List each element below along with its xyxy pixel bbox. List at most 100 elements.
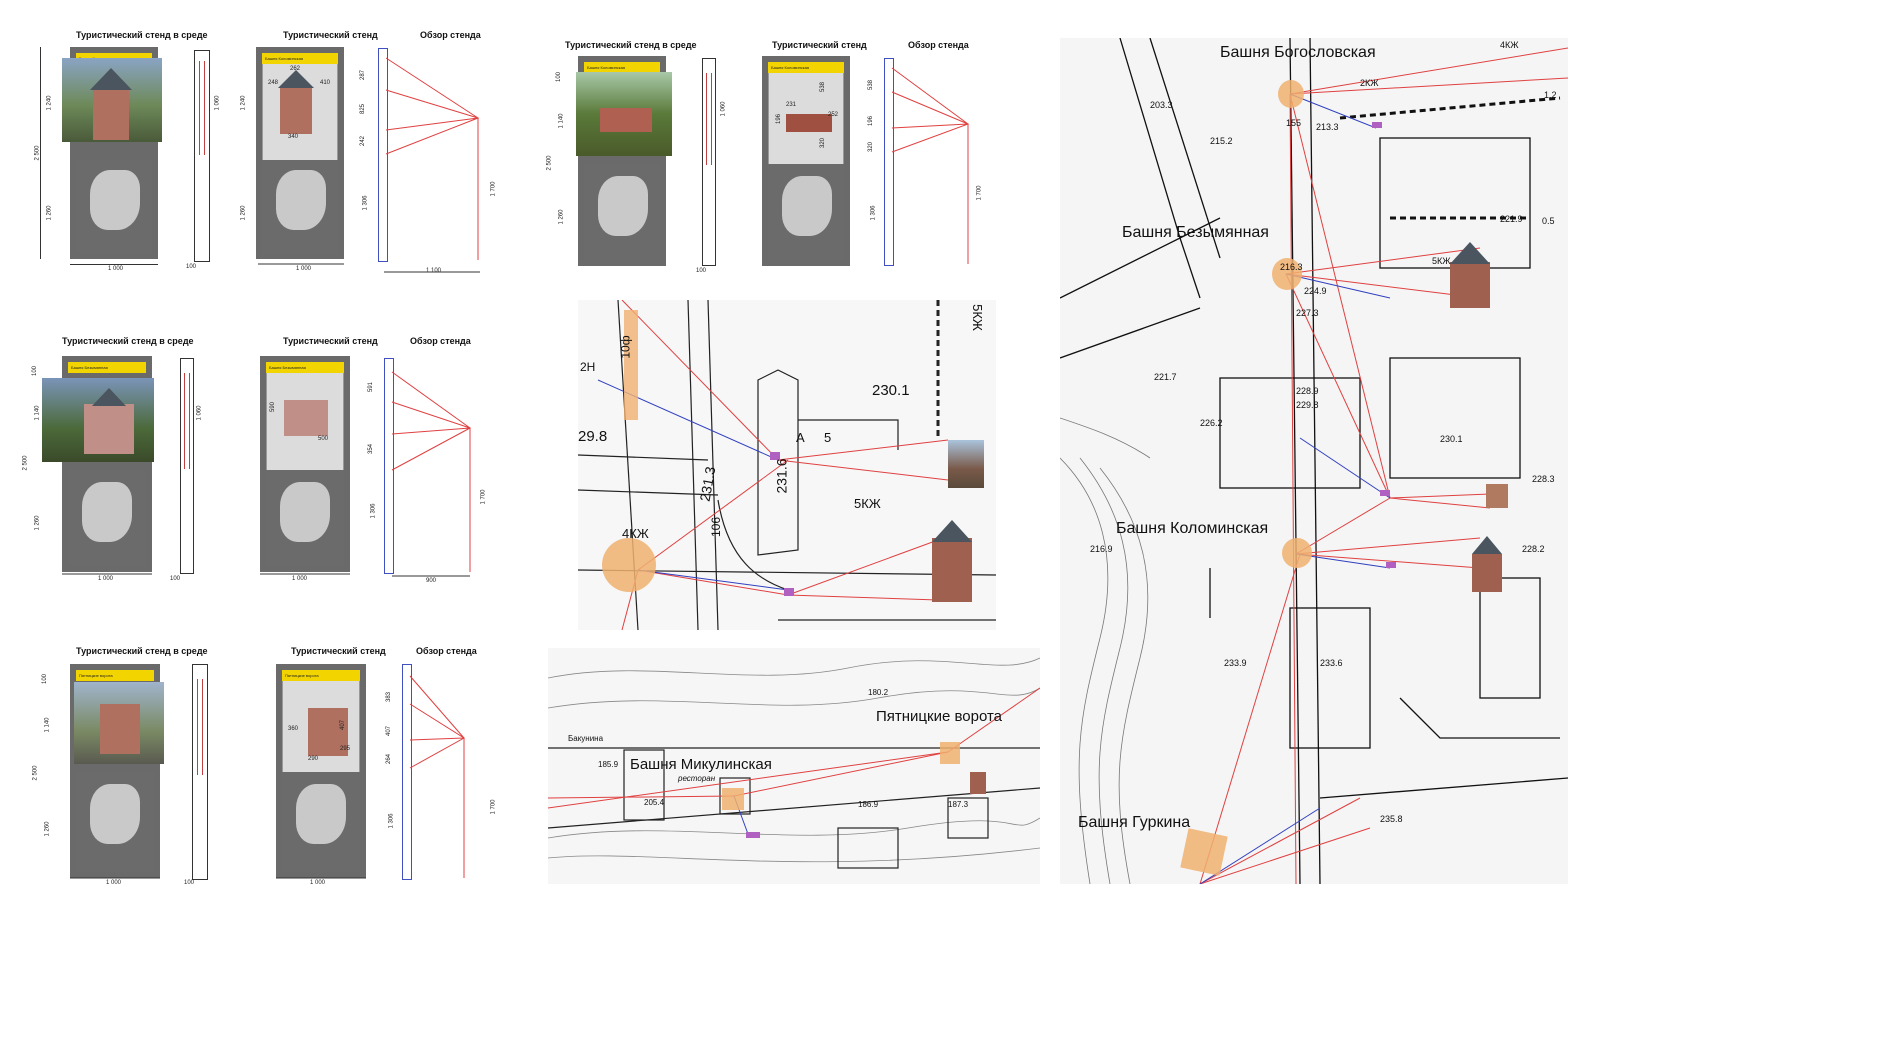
elevation-label: 216.3: [1280, 262, 1303, 272]
viewpoint-kolominskaya: [1282, 538, 1312, 568]
elevation-label: 230.1: [872, 382, 910, 399]
review-post: [402, 664, 412, 880]
heading-review: Обзор стенда: [410, 336, 471, 346]
stand-side-view: [192, 664, 208, 880]
dim-label: 1 260: [46, 205, 53, 221]
dim-label: 1 700: [480, 489, 487, 505]
heading-stand: Туристический стенд: [283, 30, 378, 40]
heading-review: Обзор стенда: [416, 646, 477, 656]
tower-image: [93, 90, 129, 140]
tower-roof: [932, 520, 972, 542]
sightline: [385, 57, 480, 155]
dim-label: 1 306: [870, 205, 877, 221]
dim-label: 1 060: [720, 101, 727, 117]
elevation-label: 227.3: [1296, 308, 1319, 318]
dim-label: 590: [270, 401, 277, 413]
stand-side-view: [702, 58, 716, 266]
viewpoint-marker: [722, 788, 744, 810]
map-label-bezymyannaya: Башня Безымянная: [1122, 224, 1269, 241]
map-label-gurkina: Башня Гуркина: [1078, 814, 1191, 831]
elevation-label: 203.3: [1150, 100, 1173, 110]
heading-stand: Туристический стенд: [291, 646, 386, 656]
dim-label: 1 260: [240, 205, 247, 221]
heading-env: Туристический стенд в среде: [62, 336, 194, 346]
kremlin-outline: [90, 170, 140, 230]
heading-env: Туристический стенд в среде: [565, 40, 697, 50]
stand-side-view: [180, 358, 194, 574]
building-label: 5КЖ: [1432, 256, 1451, 266]
dim-label: 1 260: [34, 515, 41, 531]
elevation-label: 224.9: [1304, 286, 1327, 296]
dim-label: 196: [776, 113, 783, 125]
dim-label: 100: [32, 365, 39, 377]
dim-label: 196: [868, 115, 875, 127]
elevation-label: 215.2: [1210, 136, 1233, 146]
kremlin-map-panel: [266, 470, 344, 566]
dim-label: 538: [868, 79, 875, 91]
elevation-label: 235.8: [1380, 814, 1403, 824]
heading-stand: Туристический стенд: [283, 336, 378, 346]
heading-stand: Туристический стенд: [772, 40, 867, 50]
tower-image: [84, 404, 134, 454]
building-label: 2КЖ: [1360, 78, 1379, 88]
dim-label: 1 000: [108, 266, 124, 272]
elevation-label: 231.6: [773, 458, 790, 494]
heading-review: Обзор стенда: [908, 40, 969, 50]
dim-label: 290: [308, 756, 319, 762]
heading-env: Туристический стенд в среде: [76, 30, 208, 40]
kremlin-map-panel: [76, 160, 152, 254]
tower-thumbnail: [932, 538, 972, 602]
dim-label: 1 000: [98, 576, 114, 582]
dim-label: 2 500: [34, 145, 41, 161]
dim-label: 354: [368, 443, 375, 455]
kremlin-map-panel: [76, 772, 154, 872]
kremlin-map-panel: [68, 470, 146, 566]
dim-label: 410: [320, 80, 331, 86]
place-label: ресторан: [678, 774, 716, 783]
tower-thumbnail: [1486, 484, 1508, 508]
dim-label: 383: [386, 691, 393, 703]
elevation-label: 233.6: [1320, 658, 1343, 668]
dim-label: 287: [360, 69, 367, 81]
building-label: 5КЖ: [969, 304, 985, 331]
elevation-label: 228.9: [1296, 386, 1319, 396]
dim-label: 1 306: [388, 813, 395, 829]
dim-label: 407: [386, 725, 393, 737]
tower-roof: [278, 70, 314, 88]
dim-label: 360: [288, 726, 299, 732]
elevation-label: 233.9: [1224, 658, 1247, 668]
dim-label: 2 500: [546, 155, 553, 171]
kremlin-map-panel: [262, 160, 338, 254]
kremlin-map-panel: [768, 164, 844, 260]
dim-label: 1 140: [44, 717, 51, 733]
dim-label: 264: [386, 753, 393, 765]
elevation-label: 185.9: [598, 760, 619, 769]
dim-label: 500: [318, 436, 329, 442]
dim-label: 100: [696, 268, 707, 274]
dim-label: 825: [360, 103, 367, 115]
elevation-label: 1.2: [1544, 90, 1557, 100]
review-post: [378, 48, 388, 262]
dim-label: 1 700: [490, 181, 497, 197]
dim-label: 1 140: [34, 405, 41, 421]
sightline: [409, 675, 465, 769]
dim-label: 100: [170, 576, 181, 582]
elevation-label: 226.2: [1200, 418, 1223, 428]
stand-marker: [1386, 562, 1396, 568]
dim-label: 2 500: [22, 455, 29, 471]
review-post: [384, 358, 394, 574]
dim-label: 1 100: [426, 268, 442, 274]
bottom-map: Пятницкие ворота Башня Микулинская 185.9…: [548, 648, 1040, 884]
elevation-label: 155: [1286, 118, 1302, 128]
elevation-label: 0.5: [1542, 216, 1555, 226]
dim-label: 231: [786, 102, 797, 108]
tower-roof: [90, 68, 132, 90]
elevation-label: 29.8: [578, 428, 608, 445]
dim-label: 1 000: [296, 266, 312, 272]
dim-label: 320: [868, 141, 875, 153]
street-label: Бакунина: [568, 734, 604, 743]
viewpoint-gurkina: [1180, 828, 1228, 876]
wall-image: [600, 108, 652, 132]
stand-side-view: [194, 50, 210, 262]
dim-label: 1 000: [106, 880, 122, 886]
